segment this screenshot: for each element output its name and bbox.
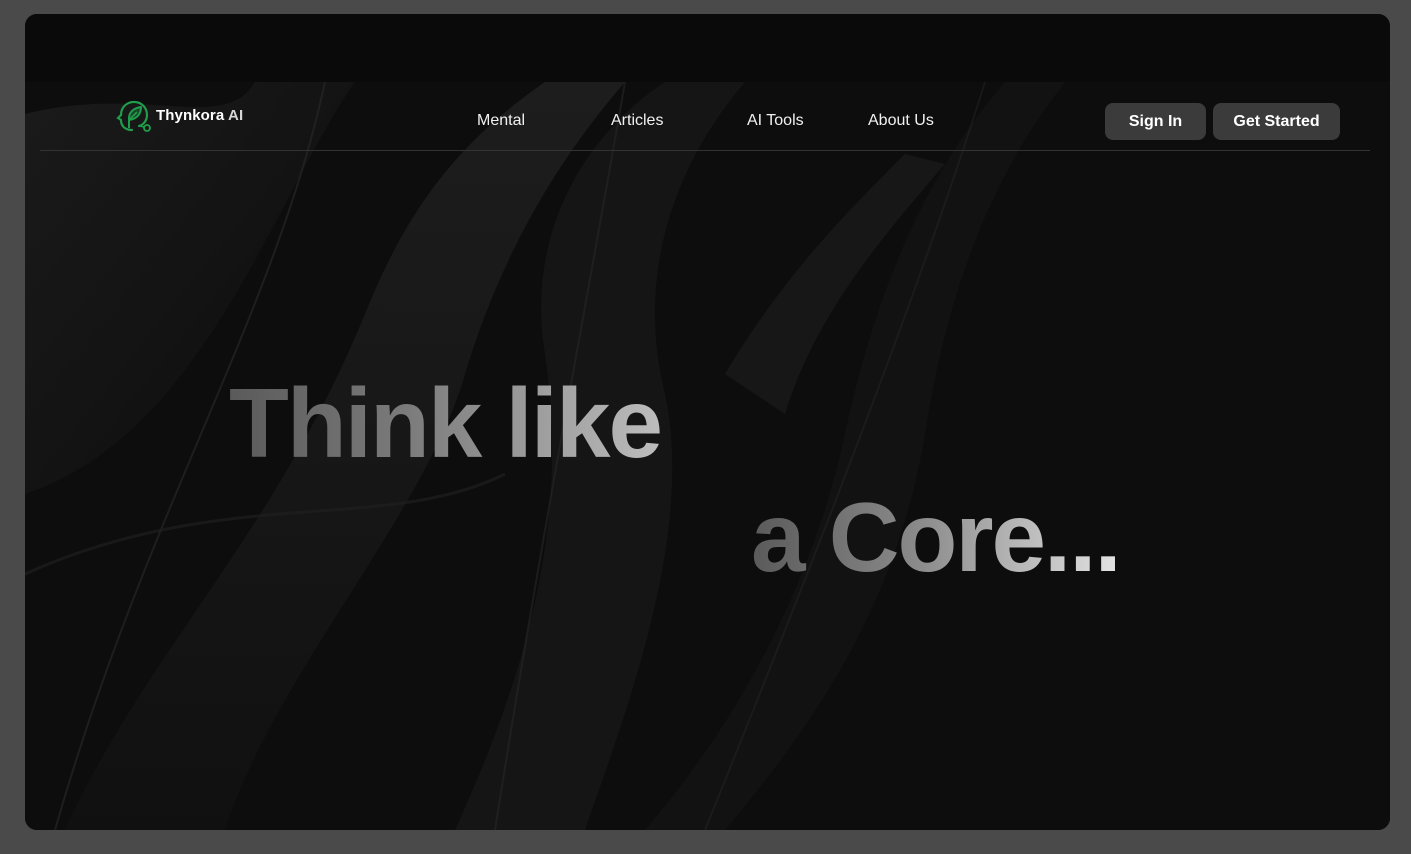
nav-link-ai-tools[interactable]: AI Tools <box>747 112 804 130</box>
head-leaf-icon <box>116 100 151 132</box>
hero-headline-line-2: a Core... <box>751 482 1122 592</box>
nav-link-articles[interactable]: Articles <box>611 112 663 130</box>
app-window: Thynkora AI Mental Articles AI Tools Abo… <box>25 14 1390 830</box>
nav-link-mental[interactable]: Mental <box>477 112 525 130</box>
hero-headline-line-1: Think like <box>229 368 663 478</box>
get-started-button[interactable]: Get Started <box>1213 103 1340 140</box>
brand-logo[interactable]: Thynkora AI <box>112 98 243 136</box>
nav-link-about-us[interactable]: About Us <box>868 112 934 130</box>
brand-name: Thynkora AI <box>156 106 244 124</box>
top-navbar: Thynkora AI Mental Articles AI Tools Abo… <box>40 82 1370 151</box>
sign-in-button[interactable]: Sign In <box>1105 103 1206 140</box>
